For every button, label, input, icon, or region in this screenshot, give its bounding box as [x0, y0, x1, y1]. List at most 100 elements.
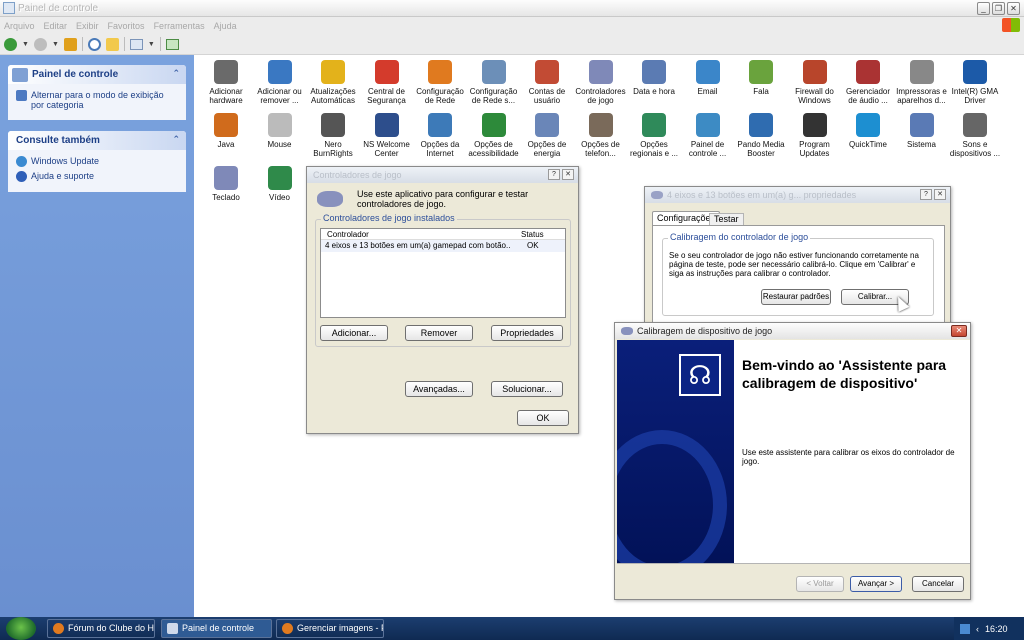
folder-sync-icon[interactable] [165, 38, 179, 50]
control-panel-item[interactable]: Gerenciador de áudio ... [841, 60, 895, 105]
control-panel-item[interactable]: Adicionar ou remover ... [253, 60, 307, 105]
help-button[interactable]: ? [548, 169, 560, 180]
control-panel-item-label: Pando Media Booster [737, 140, 785, 158]
properties-button[interactable]: Propriedades [491, 325, 563, 341]
minimize-button[interactable]: _ [977, 2, 990, 15]
control-panel-item[interactable]: Opções de energia [520, 113, 574, 158]
back-dropdown-icon[interactable]: ▼ [22, 41, 29, 48]
network-icon[interactable] [960, 623, 970, 634]
tray-expand-icon[interactable]: ‹ [976, 624, 979, 634]
menu-help[interactable]: Ajuda [214, 21, 237, 31]
back-button[interactable]: < Voltar [796, 576, 844, 592]
menu-bar: Arquivo Editar Exibir Favoritos Ferramen… [0, 17, 1024, 34]
control-panel-item[interactable]: Central de Segurança [360, 60, 414, 105]
collapse-chevron-icon[interactable]: ⌃ [172, 68, 180, 79]
control-panel-item[interactable]: Mouse [253, 113, 307, 149]
control-panel-item-icon [695, 113, 720, 137]
task-forum[interactable]: Fórum do Clube do Ha... [47, 619, 155, 638]
control-panel-item[interactable]: Sistema [895, 113, 949, 149]
menu-view[interactable]: Exibir [76, 21, 99, 31]
control-panel-item[interactable]: Opções de telefon... [574, 113, 628, 158]
ok-button[interactable]: OK [517, 410, 569, 426]
windows-update-link[interactable]: Windows Update [16, 156, 178, 167]
cancel-button[interactable]: Cancelar [912, 576, 964, 592]
installed-controllers-group: Controladores de jogo instalados Control… [315, 213, 571, 347]
control-panel-item-icon [642, 60, 666, 84]
collapse-chevron-icon[interactable]: ⌃ [172, 134, 180, 145]
forward-icon[interactable] [33, 37, 47, 51]
column-status[interactable]: Status [521, 230, 544, 239]
control-panel-item[interactable]: Contas de usuário [520, 60, 574, 105]
control-panel-item[interactable]: Opções regionais e ... [627, 113, 681, 158]
controllers-list[interactable]: Controlador Status 4 eixos e 13 botões e… [320, 228, 566, 318]
next-button[interactable]: Avançar > [850, 576, 902, 592]
control-panel-item-label: Opções de telefon... [581, 140, 620, 158]
back-icon[interactable] [4, 37, 17, 51]
restore-defaults-button[interactable]: Restaurar padrões [761, 289, 831, 305]
help-support-link[interactable]: Ajuda e suporte [16, 171, 178, 182]
control-panel-icon [12, 67, 28, 82]
up-folder-icon[interactable] [63, 37, 77, 51]
control-panel-section-header[interactable]: Painel de controle ⌃ [8, 65, 186, 84]
control-panel-item[interactable]: Teclado [199, 166, 253, 202]
close-button[interactable]: ✕ [1007, 2, 1020, 15]
table-row[interactable]: 4 eixos e 13 botões em um(a) gamepad com… [321, 240, 565, 252]
control-panel-item[interactable]: Painel de controle ... [681, 113, 735, 158]
close-button[interactable]: ✕ [562, 169, 574, 180]
control-panel-item[interactable]: NS Welcome Center [360, 113, 414, 158]
close-button[interactable]: ✕ [951, 325, 967, 337]
control-panel-item[interactable]: Sons e dispositivos ... [948, 113, 1002, 158]
views-dropdown-icon[interactable]: ▼ [148, 41, 155, 48]
control-panel-item[interactable]: Vídeo [253, 166, 307, 202]
menu-file[interactable]: Arquivo [4, 21, 35, 31]
task-images[interactable]: Gerenciar imagens - F... [276, 619, 384, 638]
close-button[interactable]: ✕ [934, 189, 946, 200]
settings-tab-panel: Calibragem do controlador de jogo Se o s… [652, 225, 945, 335]
menu-edit[interactable]: Editar [44, 21, 68, 31]
views-icon[interactable] [129, 38, 143, 50]
control-panel-item[interactable]: Opções de acessibilidade [467, 113, 521, 158]
folders-icon[interactable] [105, 37, 119, 51]
column-controller[interactable]: Controlador [327, 230, 369, 239]
control-panel-icon [3, 2, 15, 14]
toolbar-divider [81, 37, 83, 51]
control-panel-item[interactable]: Configuração de Rede [413, 60, 467, 105]
advanced-button[interactable]: Avançadas... [405, 381, 473, 397]
control-panel-item[interactable]: Adicionar hardware [199, 60, 253, 105]
see-also-section-header[interactable]: Consulte também ⌃ [8, 131, 186, 150]
search-icon[interactable] [87, 37, 101, 51]
control-panel-item-label: Data e hora [633, 87, 675, 96]
control-panel-item[interactable]: Fala [734, 60, 788, 96]
menu-favorites[interactable]: Favoritos [108, 21, 145, 31]
add-button[interactable]: Adicionar... [320, 325, 388, 341]
control-panel-item[interactable]: Data e hora [627, 60, 681, 96]
restore-button[interactable]: ❐ [992, 2, 1005, 15]
control-panel-icon [167, 623, 178, 634]
remove-button[interactable]: Remover [405, 325, 473, 341]
start-button[interactable] [6, 617, 36, 640]
control-panel-item[interactable]: Controladores de jogo [574, 60, 628, 105]
switch-category-view-link[interactable]: Alternar para o modo de exibição por cat… [16, 90, 178, 110]
control-panel-item[interactable]: Configuração de Rede s... [467, 60, 521, 105]
control-panel-item-icon [267, 113, 292, 137]
control-panel-item[interactable]: Firewall do Windows [788, 60, 842, 105]
control-panel-item[interactable]: Impressoras e aparelhos d... [895, 60, 949, 105]
control-panel-item-icon [214, 166, 238, 190]
menu-tools[interactable]: Ferramentas [154, 21, 205, 31]
control-panel-item[interactable]: Nero BurnRights [306, 113, 360, 158]
control-panel-item[interactable]: QuickTime [841, 113, 895, 149]
forward-dropdown-icon[interactable]: ▼ [52, 41, 59, 48]
clock[interactable]: 16:20 [985, 624, 1008, 634]
control-panel-item[interactable]: Atualizações Automáticas [306, 60, 360, 105]
control-panel-item[interactable]: Email [681, 60, 735, 96]
control-panel-item[interactable]: Java [199, 113, 253, 149]
help-button[interactable]: ? [920, 189, 932, 200]
control-panel-item[interactable]: Intel(R) GMA Driver [948, 60, 1002, 105]
tab-test[interactable]: Testar [709, 213, 744, 225]
task-control-panel[interactable]: Painel de controle [161, 619, 272, 638]
control-panel-item[interactable]: Pando Media Booster [734, 113, 788, 158]
control-panel-item[interactable]: Program Updates [788, 113, 842, 158]
control-panel-item[interactable]: Opções da Internet [413, 113, 467, 158]
decorative-gamepad-shape [617, 430, 727, 563]
troubleshoot-button[interactable]: Solucionar... [491, 381, 563, 397]
